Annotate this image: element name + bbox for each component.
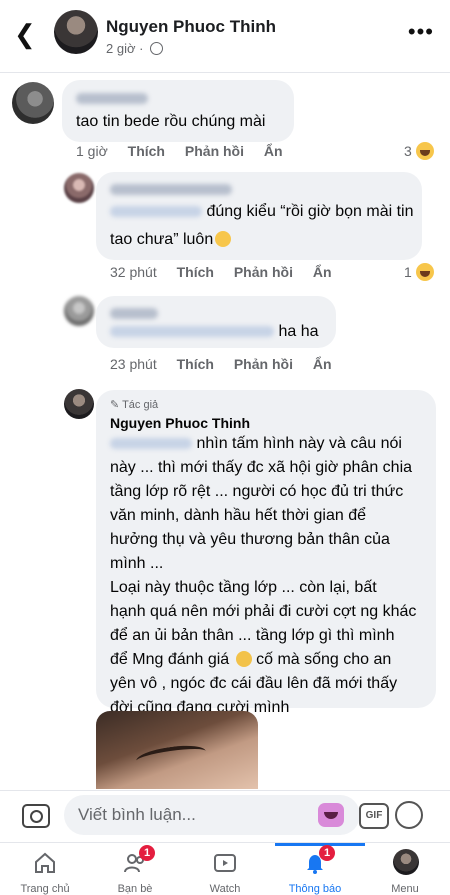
comment-text-line: ha ha (110, 320, 319, 344)
commenter-avatar[interactable] (12, 82, 54, 124)
profile-menu-avatar (393, 849, 419, 875)
mentioned-user[interactable] (110, 206, 202, 218)
reaction-number: 3 (404, 143, 412, 159)
post-header: ❮ Nguyen Phuoc Thinh 2 giờ · ••• (0, 0, 450, 73)
commenter-name[interactable] (110, 181, 232, 199)
comment-time: 32 phút (110, 264, 157, 280)
mentioned-user[interactable] (110, 438, 192, 450)
post-time: 2 giờ · (106, 41, 144, 56)
comment-text: văn minh, dành hầu hết thời gian để (110, 507, 367, 524)
grin-emoji-icon (215, 231, 232, 247)
comment-composer: Viết bình luận... GIF (0, 790, 450, 843)
comment-actions: 23 phút Thích Phản hồi Ẩn (110, 356, 348, 372)
comment-text-line: tao chưa” luôn (110, 228, 232, 252)
comment-photo[interactable] (96, 711, 258, 789)
comment-text: này ... thì mới thấy đc xã hội giờ phân … (110, 459, 413, 476)
comment-bubble[interactable]: đúng kiểu “rồi giờ bọn mài tin tao chưa”… (96, 172, 422, 260)
comment-text: mình ... (110, 555, 164, 572)
comment-text: ha ha (278, 323, 319, 340)
comment-text: đúng kiểu “rồi giờ bọn mài tin (206, 203, 414, 220)
tab-label: Watch (209, 883, 241, 895)
commenter-avatar[interactable] (64, 296, 94, 326)
tab-watch[interactable]: Watch (180, 843, 270, 895)
comment-text: để Mng đánh giá (110, 651, 230, 668)
hide-button[interactable]: Ẩn (313, 264, 332, 280)
reply-button[interactable]: Phản hồi (185, 143, 244, 159)
hide-button[interactable]: Ẩn (264, 143, 283, 159)
author-name[interactable]: Nguyen Phuoc Thinh (106, 17, 276, 37)
notification-badge: 1 (319, 845, 335, 861)
camera-icon[interactable] (22, 804, 50, 828)
like-button[interactable]: Thích (128, 143, 165, 159)
globe-icon (150, 42, 164, 55)
commenter-name[interactable]: Nguyen Phuoc Thinh (110, 415, 250, 431)
tab-home[interactable]: Trang chủ (0, 843, 90, 895)
reaction-count[interactable]: 1 (404, 263, 434, 281)
gif-button[interactable]: GIF (359, 803, 389, 829)
comment-text: để an ủi bản thân ... tầng lớp gì thì mì… (110, 627, 395, 644)
like-button[interactable]: Thích (177, 264, 214, 280)
author-badge: ✎ Tác giả (110, 398, 158, 411)
comment-bubble[interactable]: ✎ Tác giả Nguyen Phuoc Thinh nhìn tấm hì… (96, 390, 436, 716)
bottom-tab-bar: Trang chủ 1 Bạn bè Watch 1 Thông báo Men… (0, 842, 450, 895)
comment-text: tao chưa” luôn (110, 231, 214, 248)
comment-text: hưởng thụ và yêu thương bản thân của (110, 531, 390, 548)
reaction-count[interactable]: 3 (404, 142, 434, 160)
tab-label: Trang chủ (20, 883, 70, 895)
comment-time: 1 giờ (76, 143, 108, 159)
tab-label: Thông báo (288, 883, 342, 895)
comment-input[interactable]: Viết bình luận... GIF (64, 795, 389, 835)
mentioned-user[interactable] (110, 326, 274, 338)
comment-actions: 1 giờ Thích Phản hồi Ẩn (76, 143, 299, 159)
comment-input-placeholder: Viết bình luận... (78, 805, 196, 824)
notification-badge: 1 (139, 845, 155, 861)
more-options-icon[interactable]: ••• (408, 21, 434, 43)
pencil-icon: ✎ (110, 399, 120, 411)
back-arrow-icon[interactable]: ❮ (14, 20, 42, 48)
sticker-icon[interactable] (318, 803, 344, 827)
author-comment-avatar[interactable] (64, 389, 94, 419)
comment-bubble[interactable]: tao tin bede rồu chúng mài (62, 80, 294, 142)
tab-notifications[interactable]: 1 Thông báo (270, 843, 360, 895)
comment-text-line: đúng kiểu “rồi giờ bọn mài tin (110, 200, 414, 224)
home-icon (35, 852, 55, 873)
commenter-name[interactable] (76, 90, 148, 108)
tab-friends[interactable]: 1 Bạn bè (90, 843, 180, 895)
comment-body: nhìn tấm hình này và câu nói này ... thì… (110, 432, 432, 720)
comment-text: nhìn tấm hình này và câu nói (196, 435, 402, 452)
tab-label: Bạn bè (117, 883, 153, 895)
hide-button[interactable]: Ẩn (313, 356, 332, 372)
tab-label: Menu (391, 883, 419, 895)
reply-button[interactable]: Phản hồi (234, 264, 293, 280)
comment-text: hạnh quá nên mới phải đi cười cợt ng khá… (110, 603, 417, 620)
post-meta: 2 giờ · (106, 41, 164, 56)
comment-bubble[interactable]: ha ha (96, 296, 336, 348)
haha-reaction-icon (415, 142, 434, 160)
emoji-icon[interactable] (395, 801, 423, 829)
tab-menu[interactable]: Menu (360, 843, 450, 895)
reply-button[interactable]: Phản hồi (234, 356, 293, 372)
comment-text: tầng lớp rõ rệt ... người có học đủ tri … (110, 483, 404, 500)
reaction-number: 1 (404, 264, 412, 280)
watch-icon (214, 854, 236, 872)
comment-text: cố mà sống cho an (256, 651, 392, 668)
photo-eye-detail (135, 742, 207, 770)
author-tag-label: Tác giả (122, 399, 159, 411)
haha-reaction-icon (415, 263, 434, 281)
unamused-emoji-icon (235, 651, 252, 667)
commenter-avatar[interactable] (64, 173, 94, 203)
comment-text: tao tin bede rồu chúng mài (76, 113, 266, 130)
comment-time: 23 phút (110, 356, 157, 372)
comment-text: Loại này thuộc tầng lớp ... còn lại, bất (110, 579, 377, 596)
like-button[interactable]: Thích (177, 356, 214, 372)
comment-actions: 32 phút Thích Phản hồi Ẩn (110, 264, 348, 280)
author-avatar[interactable] (54, 10, 98, 54)
comment-text: yên vô , ngóc đc cái đầu lên đã mới thấy (110, 675, 398, 692)
